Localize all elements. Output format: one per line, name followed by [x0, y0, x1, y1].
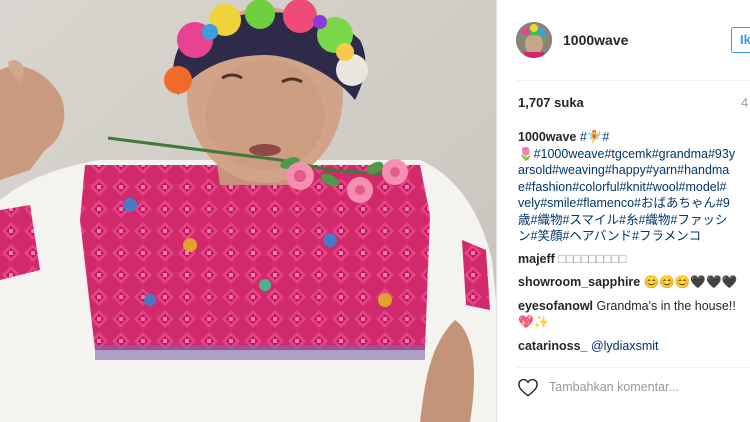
- caption-username[interactable]: 1000wave: [518, 130, 576, 144]
- comments-list: 1000wave #🧚# 🌷#1000weave#tgcemk#grandma#…: [518, 129, 750, 361]
- comment-item: showroom_sapphire 😊😊😊🖤🖤🖤: [518, 274, 750, 291]
- comment-text: 😊😊😊🖤🖤🖤: [643, 275, 738, 289]
- comment-item: majeff □□□□□□□□□: [518, 251, 750, 268]
- follow-button[interactable]: Ik: [731, 27, 750, 53]
- avatar[interactable]: [516, 22, 552, 58]
- comment-divider: [517, 367, 750, 368]
- comment-username[interactable]: showroom_sapphire: [518, 275, 640, 289]
- caption-hashtags[interactable]: #🧚# 🌷#1000weave#tgcemk#grandma#93y arsol…: [518, 130, 735, 243]
- post-time[interactable]: 4: [741, 95, 748, 110]
- post-caption: 1000wave #🧚# 🌷#1000weave#tgcemk#grandma#…: [518, 129, 750, 245]
- post-photo-image: [0, 0, 496, 422]
- comment-text: Grandma's in the house!!: [596, 298, 736, 313]
- comment-item: catarinoss_ @lydiaxsmit: [518, 338, 750, 355]
- post-detail-panel: 1000wave Ik 1,707 suka 4 1000wave #🧚# 🌷#…: [497, 0, 750, 422]
- post-photo[interactable]: [0, 0, 496, 422]
- comment-mention-link[interactable]: @lydiaxsmit: [591, 339, 659, 353]
- avatar-image: [516, 22, 552, 58]
- comment-item: eyesofanowl Grandma's in the house!! 💖✨: [518, 298, 750, 331]
- heart-icon-svg: [518, 378, 538, 397]
- comment-username[interactable]: majeff: [518, 252, 555, 266]
- comment-input[interactable]: [549, 379, 749, 395]
- likes-count[interactable]: 1,707 suka: [518, 95, 584, 110]
- post-header: 1000wave Ik: [497, 0, 750, 80]
- comment-text: □□□□□□□□□: [558, 251, 627, 266]
- add-comment-row: [517, 377, 750, 397]
- comment-text-emoji: 💖✨: [518, 315, 550, 329]
- heart-icon[interactable]: [517, 377, 539, 397]
- comment-username[interactable]: eyesofanowl: [518, 299, 593, 313]
- post-username[interactable]: 1000wave: [563, 32, 628, 48]
- header-divider: [517, 80, 750, 81]
- comment-username[interactable]: catarinoss_: [518, 339, 587, 353]
